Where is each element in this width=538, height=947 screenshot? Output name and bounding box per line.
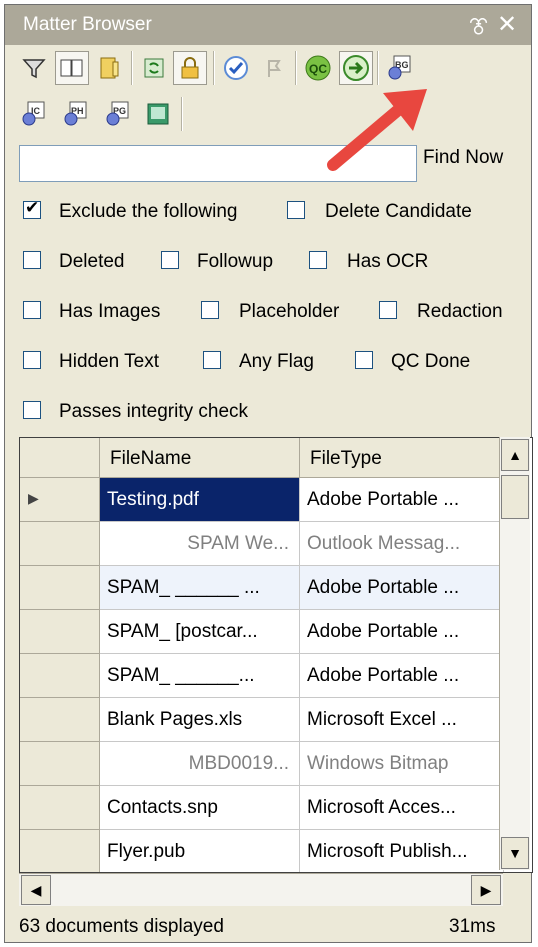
close-icon[interactable]: ✕ bbox=[497, 10, 517, 39]
has-images-checkbox[interactable] bbox=[23, 301, 41, 319]
red-arrow-annotation bbox=[327, 89, 427, 171]
cell-filetype[interactable]: Microsoft Publish... bbox=[300, 830, 504, 872]
placeholder-checkbox[interactable] bbox=[201, 301, 219, 319]
filter-row-3: Has Images Placeholder Redaction bbox=[5, 295, 531, 335]
corner-header bbox=[20, 438, 100, 478]
filter-row-1: Exclude the following Delete Candidate bbox=[5, 195, 531, 235]
go-arrow-icon[interactable] bbox=[339, 51, 373, 85]
row-header[interactable] bbox=[20, 654, 100, 698]
refresh-icon[interactable] bbox=[137, 51, 171, 85]
cell-filetype[interactable]: Windows Bitmap bbox=[300, 742, 504, 786]
redaction-checkbox[interactable] bbox=[379, 301, 397, 319]
any-flag-label[interactable]: Any Flag bbox=[239, 351, 314, 373]
has-ocr-checkbox[interactable] bbox=[309, 251, 327, 269]
followup-label[interactable]: Followup bbox=[197, 251, 273, 273]
horizontal-scrollbar[interactable]: ◀ ▶ bbox=[19, 873, 503, 906]
scroll-right-button[interactable]: ▶ bbox=[471, 875, 501, 905]
hidden-text-label[interactable]: Hidden Text bbox=[59, 351, 159, 373]
filter-row-2: Deleted Followup Has OCR bbox=[5, 245, 531, 285]
scroll-left-button[interactable]: ◀ bbox=[21, 875, 51, 905]
integrity-label[interactable]: Passes integrity check bbox=[59, 401, 248, 423]
delete-candidate-label[interactable]: Delete Candidate bbox=[325, 201, 472, 223]
gear-bg-icon[interactable]: BG bbox=[383, 51, 417, 85]
followup-checkbox[interactable] bbox=[161, 251, 179, 269]
filter-row-5: Passes integrity check bbox=[5, 395, 531, 435]
cell-filetype[interactable]: Adobe Portable ... bbox=[300, 654, 504, 698]
window-title: Matter Browser bbox=[23, 14, 152, 35]
row-header[interactable] bbox=[20, 786, 100, 830]
deleted-label[interactable]: Deleted bbox=[59, 251, 125, 273]
delete-candidate-checkbox[interactable] bbox=[287, 201, 305, 219]
flag-icon[interactable] bbox=[257, 51, 291, 85]
hidden-text-checkbox[interactable] bbox=[23, 351, 41, 369]
deleted-checkbox[interactable] bbox=[23, 251, 41, 269]
row-header[interactable] bbox=[20, 566, 100, 610]
lock-icon[interactable] bbox=[173, 51, 207, 85]
row-header[interactable] bbox=[20, 742, 100, 786]
redaction-label[interactable]: Redaction bbox=[417, 301, 503, 323]
qc-icon[interactable]: QC bbox=[301, 51, 335, 85]
row-header[interactable] bbox=[20, 610, 100, 654]
integrity-checkbox[interactable] bbox=[23, 401, 41, 419]
has-ocr-label[interactable]: Has OCR bbox=[347, 251, 428, 273]
elapsed-time: 31ms bbox=[449, 916, 496, 937]
row-header[interactable]: ▶ bbox=[20, 478, 100, 522]
cell-filename[interactable]: MBD0019... bbox=[100, 742, 300, 786]
cell-filename[interactable]: Contacts.snp bbox=[100, 786, 300, 830]
exclude-label[interactable]: Exclude the following bbox=[59, 201, 238, 223]
check-circle-icon[interactable] bbox=[219, 51, 253, 85]
green-doc-icon[interactable] bbox=[141, 97, 175, 131]
status-bar: 63 documents displayed 31ms bbox=[5, 908, 531, 942]
cell-filename[interactable]: Testing.pdf bbox=[100, 478, 300, 522]
gear-pg-icon[interactable]: PG bbox=[101, 97, 135, 131]
scroll-down-button[interactable]: ▼ bbox=[501, 837, 529, 869]
column-header-filetype[interactable]: FileType bbox=[300, 438, 504, 478]
vertical-scrollbar[interactable]: ▲ ▼ bbox=[499, 437, 530, 870]
scroll-thumb[interactable] bbox=[501, 475, 529, 519]
row-header[interactable] bbox=[20, 830, 100, 872]
any-flag-checkbox[interactable] bbox=[203, 351, 221, 369]
cell-filetype[interactable]: Microsoft Acces... bbox=[300, 786, 504, 830]
info-book-icon[interactable] bbox=[93, 51, 127, 85]
cell-filename[interactable]: SPAM_ ______ ... bbox=[100, 566, 300, 610]
gear-ic-icon[interactable]: IC bbox=[17, 97, 51, 131]
pin-icon[interactable]: ⯔ bbox=[469, 12, 488, 46]
title-bar: Matter Browser ⯔ ✕ bbox=[5, 5, 531, 45]
matter-browser-window: Matter Browser ⯔ ✕ QC BG IC PH PG Find N… bbox=[4, 4, 533, 943]
filter-icon[interactable] bbox=[17, 51, 51, 85]
cell-filetype[interactable]: Adobe Portable ... bbox=[300, 478, 504, 522]
qc-done-checkbox[interactable] bbox=[355, 351, 373, 369]
cell-filename[interactable]: SPAM_ ______... bbox=[100, 654, 300, 698]
document-count: 63 documents displayed bbox=[19, 916, 224, 937]
cell-filetype[interactable]: Adobe Portable ... bbox=[300, 610, 504, 654]
filter-row-4: Hidden Text Any Flag QC Done bbox=[5, 345, 531, 385]
qc-done-label[interactable]: QC Done bbox=[391, 351, 470, 373]
current-row-indicator-icon: ▶ bbox=[28, 490, 39, 506]
qc-label: QC bbox=[309, 62, 327, 76]
find-now-button[interactable]: Find Now bbox=[423, 147, 503, 169]
gear-ph-icon[interactable]: PH bbox=[59, 97, 93, 131]
cell-filetype[interactable]: Adobe Portable ... bbox=[300, 566, 504, 610]
row-header[interactable] bbox=[20, 522, 100, 566]
cell-filetype[interactable]: Outlook Messag... bbox=[300, 522, 504, 566]
scroll-up-button[interactable]: ▲ bbox=[501, 439, 529, 471]
placeholder-label[interactable]: Placeholder bbox=[239, 301, 339, 323]
cell-filename[interactable]: SPAM_ [postcar... bbox=[100, 610, 300, 654]
row-header[interactable] bbox=[20, 698, 100, 742]
document-grid: FileName FileType ▶ Testing.pdf Adobe Port… bbox=[19, 437, 533, 873]
cell-filename[interactable]: Blank Pages.xls bbox=[100, 698, 300, 742]
cell-filename[interactable]: SPAM We... bbox=[100, 522, 300, 566]
exclude-checkbox[interactable] bbox=[23, 198, 41, 219]
has-images-label[interactable]: Has Images bbox=[59, 301, 160, 323]
cell-filetype[interactable]: Microsoft Excel ... bbox=[300, 698, 504, 742]
column-header-filename[interactable]: FileName bbox=[100, 438, 300, 478]
book-icon[interactable] bbox=[55, 51, 89, 85]
cell-filename[interactable]: Flyer.pub bbox=[100, 830, 300, 872]
